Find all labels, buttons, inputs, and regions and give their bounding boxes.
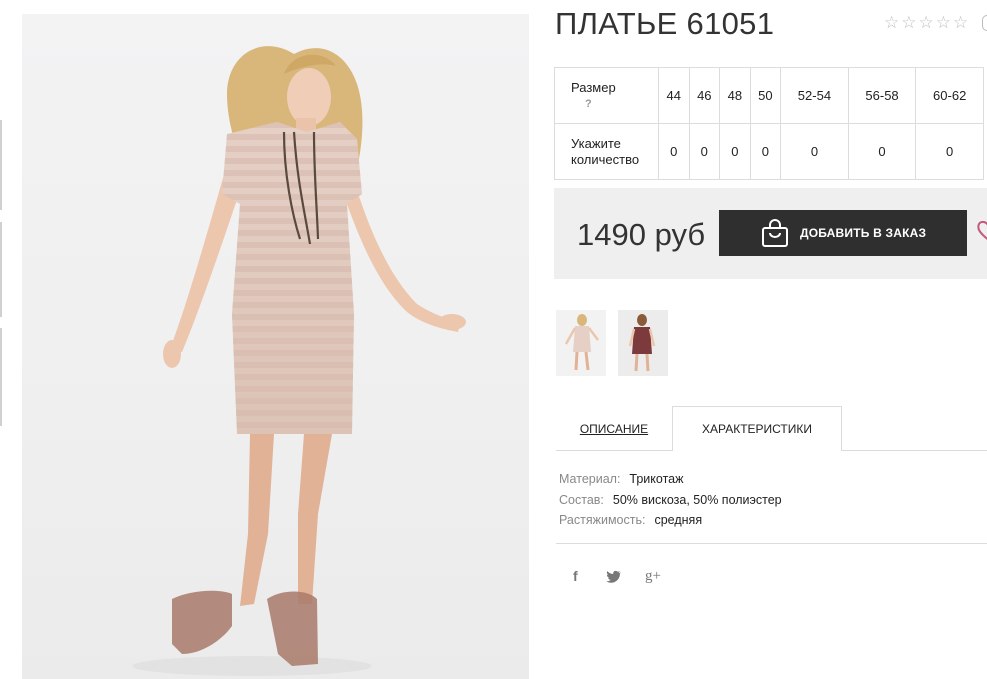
quantity-label-line1: Укажите: [571, 135, 621, 151]
spec-key: Состав:: [559, 492, 604, 507]
spec-row: Состав: 50% вискоза, 50% полиэстер: [559, 490, 782, 511]
tab-description-label: ОПИСАНИЕ: [579, 422, 649, 436]
thumbnail-burgundy-dress[interactable]: [618, 310, 668, 376]
add-to-order-button[interactable]: ДОБАВИТЬ В ЗАКАЗ: [719, 210, 967, 256]
spec-value: 50% вискоза, 50% полиэстер: [612, 492, 782, 507]
quantity-input[interactable]: 0: [780, 123, 849, 180]
quantity-label-cell: Укажите количество: [554, 123, 659, 180]
thumbnail-beige-dress[interactable]: [556, 310, 606, 376]
model-illustration: [132, 46, 466, 676]
spec-key: Растяжимость:: [559, 513, 646, 527]
specs-list: Материал: Трикотаж Состав: 50% вискоза, …: [559, 469, 782, 531]
star-icon[interactable]: ☆: [936, 14, 951, 31]
size-table: Размер ? 44 46 48 50 52-54 56-58 60-62 У…: [554, 67, 984, 180]
star-icon[interactable]: ☆: [901, 14, 916, 31]
edge-mark: [0, 120, 2, 210]
twitter-icon[interactable]: [606, 570, 622, 584]
size-label-cell: Размер ?: [554, 67, 659, 124]
price-panel: 1490 руб ДОБАВИТЬ В ЗАКАЗ: [554, 188, 987, 279]
size-label: Размер: [571, 79, 616, 95]
quantity-input[interactable]: 0: [688, 123, 721, 180]
price: 1490 руб: [577, 217, 706, 252]
quantity-input[interactable]: 0: [719, 123, 751, 180]
size-cell: 60-62: [915, 67, 984, 124]
quantity-input[interactable]: 0: [658, 123, 690, 180]
quantity-input[interactable]: 0: [749, 123, 782, 180]
quantity-input[interactable]: 0: [847, 123, 917, 180]
section-divider: [556, 543, 987, 544]
spec-key: Материал:: [559, 472, 621, 486]
tab-characteristics[interactable]: ХАРАКТЕРИСТИКИ: [672, 406, 842, 451]
star-icon[interactable]: ☆: [919, 14, 934, 31]
tab-characteristics-label: ХАРАКТЕРИСТИКИ: [701, 422, 812, 436]
size-cell: 52-54: [780, 67, 849, 124]
quantity-input[interactable]: 0: [915, 123, 984, 180]
edge-mark: [0, 328, 2, 426]
star-icon[interactable]: ☆: [953, 14, 968, 31]
size-help-icon[interactable]: ?: [571, 96, 658, 112]
shopping-bag-icon: [762, 219, 788, 247]
size-cell: 44: [658, 67, 690, 124]
facebook-icon[interactable]: f: [573, 568, 578, 584]
rating-stars[interactable]: ☆ ☆ ☆ ☆ ☆: [884, 14, 968, 31]
star-icon[interactable]: ☆: [884, 14, 899, 31]
quantity-row: Укажите количество 0 0 0 0 0 0 0: [554, 123, 984, 180]
main-product-image[interactable]: [22, 14, 529, 679]
size-row: Размер ? 44 46 48 50 52-54 56-58 60-62: [554, 67, 984, 124]
heart-icon[interactable]: [976, 219, 987, 245]
thumbnail-image: [564, 314, 599, 371]
quantity-label-line2: количество: [571, 151, 640, 167]
thumbnail-image: [628, 314, 656, 372]
spec-value: Трикотаж: [629, 472, 684, 486]
product-title: ПЛАТЬЕ 61051: [555, 6, 775, 41]
size-cell: 46: [688, 67, 721, 124]
edge-mark: [0, 222, 2, 317]
spec-row: Материал: Трикотаж: [559, 469, 782, 490]
google-plus-icon[interactable]: g+: [645, 568, 661, 585]
add-to-order-label: ДОБАВИТЬ В ЗАКАЗ: [800, 226, 927, 240]
spec-value: средняя: [654, 513, 703, 527]
tab-description[interactable]: ОПИСАНИЕ: [556, 408, 672, 450]
edge-toggle[interactable]: [982, 15, 987, 31]
spec-row: Растяжимость: средняя: [559, 510, 782, 531]
size-cell: 48: [719, 67, 751, 124]
size-cell: 56-58: [847, 67, 917, 124]
size-cell: 50: [749, 67, 782, 124]
